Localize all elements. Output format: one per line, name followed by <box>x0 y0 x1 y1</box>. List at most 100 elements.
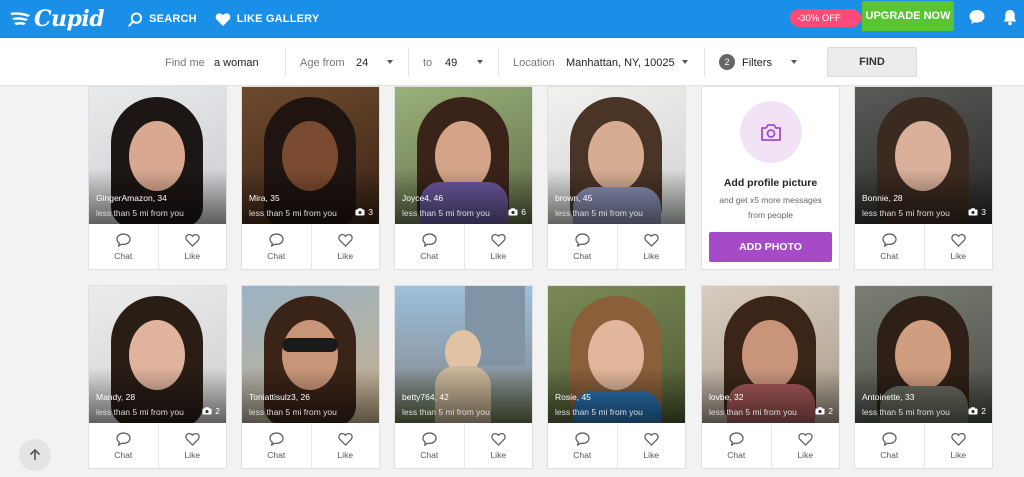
photo-count: 3 <box>968 207 986 217</box>
like-button[interactable]: Like <box>616 423 686 468</box>
chat-button[interactable]: Chat <box>395 224 464 269</box>
like-button[interactable]: Like <box>923 224 993 269</box>
discount-badge: -30% OFF <box>790 9 864 27</box>
like-button[interactable]: Like <box>157 423 227 468</box>
location-caret-icon[interactable] <box>682 60 688 64</box>
profile-photo[interactable]: betty764, 42 less than 5 mi from you <box>395 286 532 423</box>
chat-icon <box>116 232 131 247</box>
profile-photo[interactable]: Mira, 35 less than 5 mi from you 3 <box>242 87 379 224</box>
chat-icon <box>729 431 744 446</box>
divider <box>408 48 409 76</box>
profile-card[interactable]: Joyce4, 46 less than 5 mi from you 6 Cha… <box>394 86 533 270</box>
chat-bubble-icon[interactable] <box>968 8 986 31</box>
like-label: Like <box>950 250 967 261</box>
find-button[interactable]: FIND <box>827 47 917 77</box>
profile-card[interactable]: Rosie, 45 less than 5 mi from you Chat L… <box>547 285 686 469</box>
like-gallery-nav[interactable]: LIKE GALLERY <box>215 12 320 27</box>
scroll-to-top-button[interactable] <box>19 439 51 471</box>
profile-card[interactable]: Toniattisulz3, 26 less than 5 mi from yo… <box>241 285 380 469</box>
profile-distance: less than 5 mi from you <box>862 407 950 417</box>
top-bar: Cupid SEARCH LIKE GALLERY -30% OFF UPGRA… <box>0 0 1024 38</box>
profile-photo[interactable]: Toniattisulz3, 26 less than 5 mi from yo… <box>242 286 379 423</box>
like-button[interactable]: Like <box>463 224 533 269</box>
like-label: Like <box>184 449 201 460</box>
profile-name: Bonnie, 28 <box>862 193 903 203</box>
profile-name: brown, 45 <box>555 193 593 203</box>
profile-distance: less than 5 mi from you <box>709 407 797 417</box>
filters-count-badge[interactable]: 2 <box>719 54 735 70</box>
bell-icon[interactable] <box>1002 8 1018 31</box>
chat-button[interactable]: Chat <box>395 423 464 468</box>
profile-card[interactable]: lovbe, 32 less than 5 mi from you 2 Chat… <box>701 285 840 469</box>
age-to-label: to <box>423 57 433 69</box>
chat-label: Chat <box>114 250 133 261</box>
like-label: Like <box>643 449 660 460</box>
search-nav[interactable]: SEARCH <box>128 11 197 27</box>
chat-button[interactable]: Chat <box>702 423 771 468</box>
like-button[interactable]: Like <box>310 224 380 269</box>
heart-outline-icon <box>491 233 506 247</box>
add-photo-button[interactable]: ADD PHOTO <box>709 232 832 262</box>
find-me-select[interactable]: a woman <box>214 57 259 69</box>
age-to-select[interactable]: 49 <box>445 57 457 69</box>
like-button[interactable]: Like <box>616 224 686 269</box>
profile-photo[interactable]: Bonnie, 28 less than 5 mi from you 3 <box>855 87 992 224</box>
heart-icon <box>215 12 231 26</box>
like-label: Like <box>797 449 814 460</box>
chat-button[interactable]: Chat <box>89 224 158 269</box>
chat-button[interactable]: Chat <box>548 224 617 269</box>
like-button[interactable]: Like <box>157 224 227 269</box>
profile-name: Joyce4, 46 <box>402 193 444 203</box>
logo[interactable]: Cupid <box>8 0 105 38</box>
heart-outline-icon <box>644 432 659 446</box>
chat-icon <box>422 232 437 247</box>
camera-icon <box>508 208 518 216</box>
profile-card[interactable]: GingerAmazon, 34 less than 5 mi from you… <box>88 86 227 270</box>
like-button[interactable]: Like <box>923 423 993 468</box>
profile-distance: less than 5 mi from you <box>862 208 950 218</box>
chat-button[interactable]: Chat <box>855 423 924 468</box>
heart-outline-icon <box>185 233 200 247</box>
profile-card[interactable]: brown, 45 less than 5 mi from you Chat L… <box>547 86 686 270</box>
age-from-caret-icon[interactable] <box>387 60 393 64</box>
upgrade-button[interactable]: UPGRADE NOW <box>862 1 954 31</box>
profile-card[interactable]: Bonnie, 28 less than 5 mi from you 3 Cha… <box>854 86 993 270</box>
card-actions: Chat Like <box>89 423 226 468</box>
like-button[interactable]: Like <box>310 423 380 468</box>
profile-photo[interactable]: lovbe, 32 less than 5 mi from you 2 <box>702 286 839 423</box>
photo-count: 2 <box>815 406 833 416</box>
chat-button[interactable]: Chat <box>89 423 158 468</box>
profile-photo[interactable]: Antoinette, 33 less than 5 mi from you 2 <box>855 286 992 423</box>
chat-button[interactable]: Chat <box>548 423 617 468</box>
profile-card[interactable]: Antoinette, 33 less than 5 mi from you 2… <box>854 285 993 469</box>
chat-button[interactable]: Chat <box>242 423 311 468</box>
profile-photo[interactable]: brown, 45 less than 5 mi from you <box>548 87 685 224</box>
profile-photo[interactable]: Joyce4, 46 less than 5 mi from you 6 <box>395 87 532 224</box>
heart-outline-icon <box>338 432 353 446</box>
profile-photo[interactable]: GingerAmazon, 34 less than 5 mi from you <box>89 87 226 224</box>
like-button[interactable]: Like <box>463 423 533 468</box>
like-button[interactable]: Like <box>770 423 840 468</box>
chat-icon <box>882 431 897 446</box>
camera-circle[interactable] <box>740 101 802 163</box>
location-select[interactable]: Manhattan, NY, 10025 <box>566 57 675 69</box>
filters-select[interactable]: Filters <box>742 57 772 69</box>
age-from-select[interactable]: 24 <box>356 57 368 69</box>
age-to-caret-icon[interactable] <box>477 60 483 64</box>
location-label: Location <box>513 57 555 69</box>
filters-caret-icon[interactable] <box>791 60 797 64</box>
profile-card[interactable]: Mira, 35 less than 5 mi from you 3 Chat … <box>241 86 380 270</box>
like-label: Like <box>337 449 354 460</box>
chat-button[interactable]: Chat <box>855 224 924 269</box>
chat-button[interactable]: Chat <box>242 224 311 269</box>
profile-card[interactable]: betty764, 42 less than 5 mi from you Cha… <box>394 285 533 469</box>
profile-distance: less than 5 mi from you <box>402 208 490 218</box>
card-actions: Chat Like <box>548 224 685 269</box>
profile-name: Mandy, 28 <box>96 392 136 402</box>
profile-photo[interactable]: Rosie, 45 less than 5 mi from you <box>548 286 685 423</box>
profile-distance: less than 5 mi from you <box>555 208 643 218</box>
profile-card[interactable]: Mandy, 28 less than 5 mi from you 2 Chat… <box>88 285 227 469</box>
heart-outline-icon <box>798 432 813 446</box>
profile-photo[interactable]: Mandy, 28 less than 5 mi from you 2 <box>89 286 226 423</box>
card-actions: Chat Like <box>855 423 992 468</box>
